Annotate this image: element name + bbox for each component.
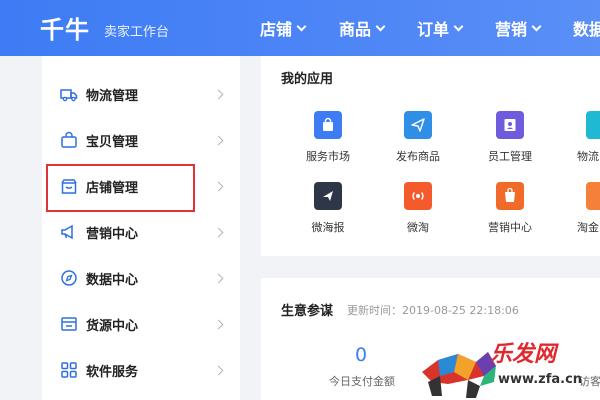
watermark-text: 乐发网	[490, 342, 557, 367]
app-poster[interactable]: 微海报	[293, 182, 363, 235]
chevron-right-icon	[213, 89, 224, 99]
nav-data-label: 数据	[573, 20, 600, 39]
sidebar-item-label: 营销中心	[86, 226, 139, 242]
sidebar-item-goods[interactable]: 宝贝管理	[42, 117, 240, 163]
box-icon	[61, 317, 77, 331]
chevron-down-icon	[531, 21, 542, 31]
compass-icon	[61, 270, 77, 286]
my-apps-card: 我的应用 服务市场 发布商品 员工管理 物流 微海报 微淘 营销中心 淘金	[261, 56, 600, 256]
app-label: 发布商品	[396, 150, 440, 163]
taojin-icon	[586, 182, 600, 210]
sidebar-item-label: 数据中心	[86, 272, 139, 288]
marketing-icon	[496, 182, 524, 210]
grid-icon	[61, 362, 77, 378]
logistics-icon	[586, 111, 600, 139]
app-marketing-center[interactable]: 营销中心	[475, 182, 545, 235]
chevron-down-icon	[453, 21, 464, 31]
app-label: 微海报	[311, 221, 345, 234]
app-label: 服务市场	[306, 150, 350, 163]
nav-goods[interactable]: 商品	[339, 16, 386, 40]
send-icon	[404, 111, 432, 139]
chevron-right-icon	[213, 227, 224, 237]
chevron-right-icon	[213, 273, 224, 283]
staff-icon	[496, 111, 524, 139]
app-label: 淘金	[577, 221, 599, 234]
app-label: 微淘	[407, 221, 429, 234]
sidebar-item-logistics[interactable]: 物流管理	[42, 71, 240, 117]
nav-store-label: 店铺	[260, 20, 293, 39]
nav-store[interactable]: 店铺	[260, 16, 307, 40]
update-time: 更新时间：2019-08-25 22:18:06	[347, 304, 519, 317]
app-logo[interactable]: 千牛	[40, 10, 90, 45]
sidebar-item-data[interactable]: 数据中心	[42, 255, 240, 301]
nav-marketing[interactable]: 营销	[495, 16, 542, 40]
chevron-down-icon	[296, 21, 307, 31]
nav-marketing-label: 营销	[495, 20, 528, 39]
sidebar-item-marketing[interactable]: 营销中心	[42, 209, 240, 255]
card-title: 生意参谋	[281, 304, 334, 319]
highlight-box	[46, 164, 195, 212]
nav-goods-label: 商品	[339, 20, 372, 39]
app-taojin[interactable]: 淘金	[565, 182, 600, 235]
sidebar-item-label: 宝贝管理	[86, 134, 139, 150]
sidebar-item-software[interactable]: 软件服务	[42, 347, 240, 393]
app-label: 物流	[577, 150, 599, 163]
market-icon	[314, 111, 342, 139]
app-staff[interactable]: 员工管理	[475, 111, 545, 164]
poster-icon	[314, 182, 342, 210]
sidebar-item-label: 物流管理	[86, 88, 139, 104]
sidebar-item-label: 软件服务	[86, 364, 139, 380]
megaphone-icon	[61, 224, 73, 240]
app-service-market[interactable]: 服务市场	[293, 111, 363, 164]
chevron-right-icon	[213, 365, 224, 375]
chevron-right-icon	[213, 181, 224, 191]
watermark-url: www.zfa.cn	[498, 372, 583, 387]
app-subtitle: 卖家工作台	[104, 25, 170, 40]
truck-icon	[60, 89, 78, 102]
payment-amount-value[interactable]: 0	[355, 344, 367, 366]
nav-orders[interactable]: 订单	[417, 16, 464, 40]
sidebar: 物流管理 宝贝管理 店铺管理 营销中心 数据中心 货源中心 软件服务	[42, 56, 240, 400]
weitao-icon	[404, 182, 432, 210]
top-header: 千牛 卖家工作台 店铺 商品 订单 营销 数据	[0, 0, 600, 56]
app-publish-goods[interactable]: 发布商品	[383, 111, 453, 164]
chevron-down-icon	[375, 21, 386, 31]
chevron-right-icon	[213, 135, 224, 145]
payment-amount-label: 今日支付金额	[329, 375, 395, 388]
chevron-right-icon	[213, 319, 224, 329]
card-title: 我的应用	[281, 72, 334, 87]
app-label: 员工管理	[488, 150, 532, 163]
app-weitao[interactable]: 微淘	[383, 182, 453, 235]
nav-data[interactable]: 数据	[573, 16, 600, 40]
bag-icon	[61, 131, 77, 148]
app-logistics[interactable]: 物流	[565, 111, 600, 164]
sidebar-item-label: 货源中心	[86, 318, 139, 334]
app-label: 营销中心	[488, 221, 532, 234]
nav-orders-label: 订单	[417, 20, 450, 39]
sidebar-item-sourcing[interactable]: 货源中心	[42, 301, 240, 347]
